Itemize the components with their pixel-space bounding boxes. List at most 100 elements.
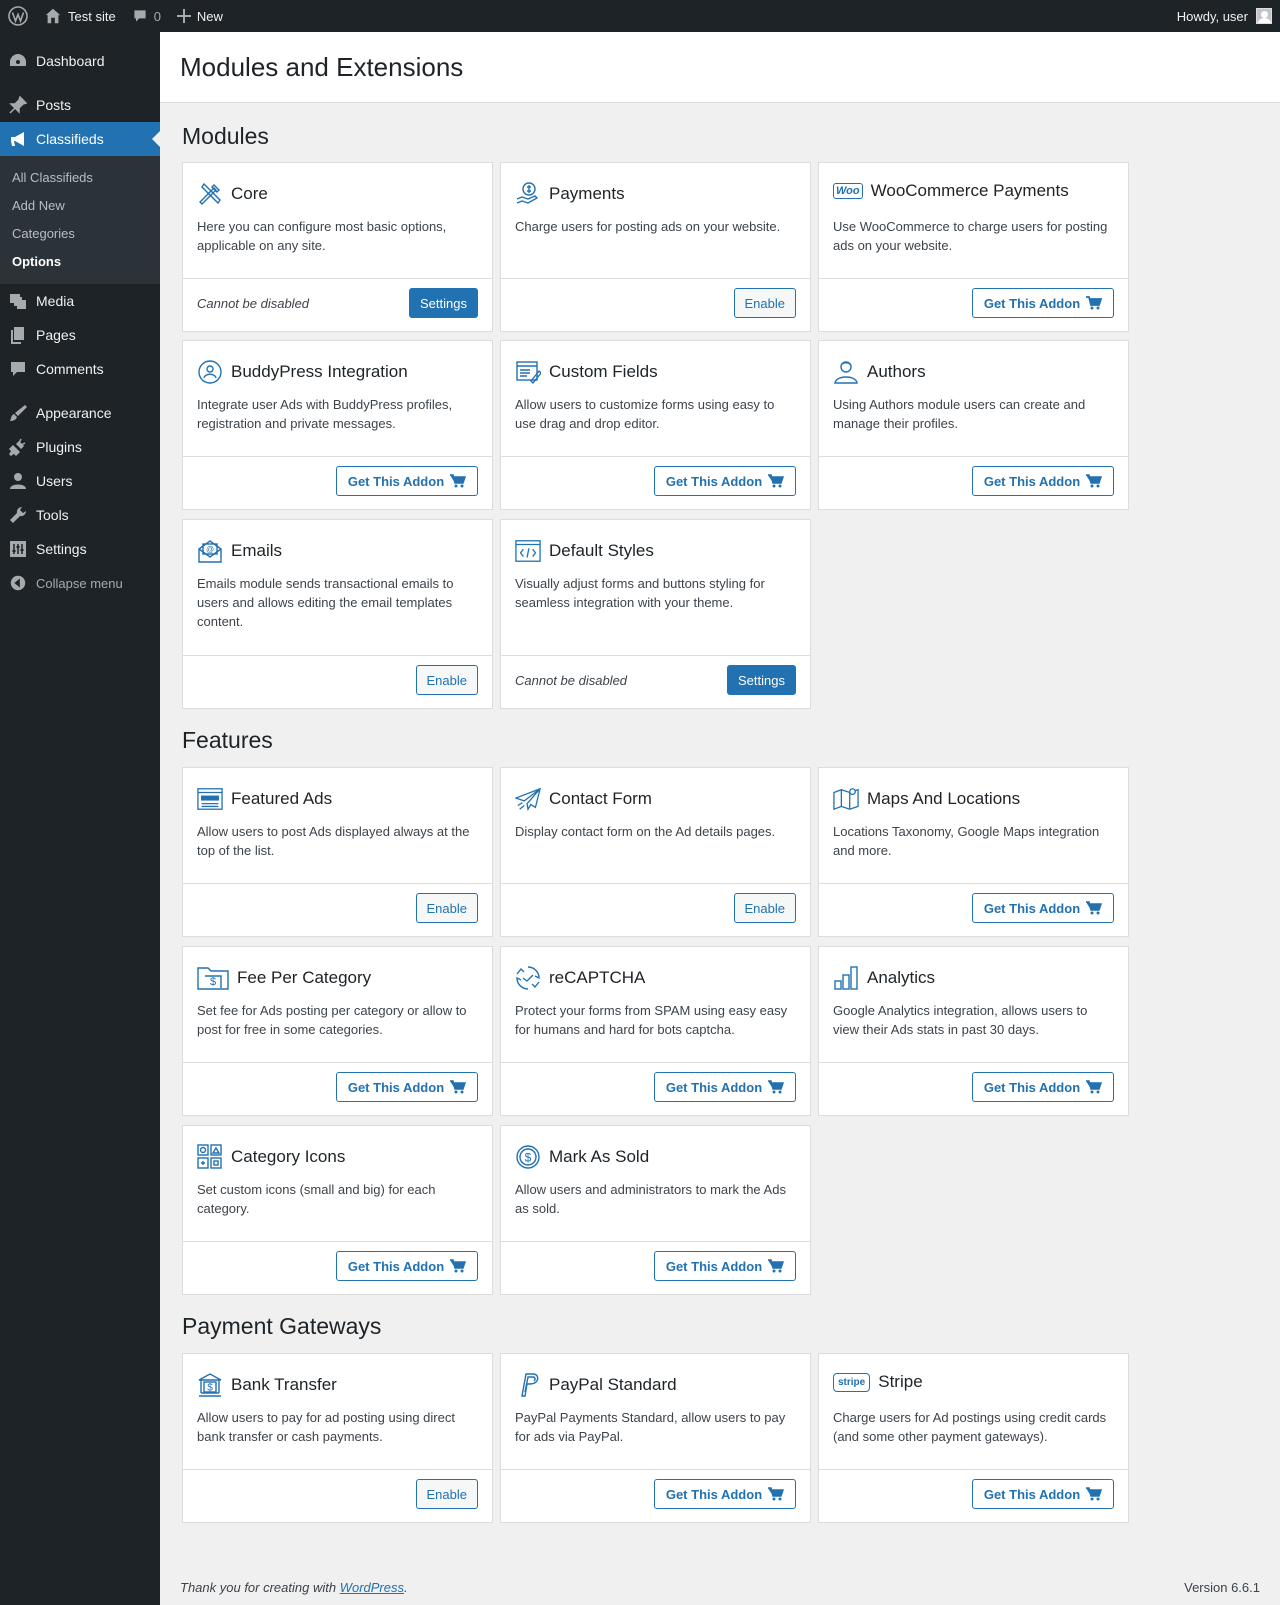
sidebar-item-label: Pages (36, 327, 76, 343)
sidebar-item-label: Settings (36, 541, 87, 557)
sidebar-item-appearance[interactable]: Appearance (0, 396, 160, 430)
sidebar-item-tools[interactable]: Tools (0, 498, 160, 532)
submenu-add-new[interactable]: Add New (0, 191, 160, 219)
avatar (1256, 8, 1272, 24)
feature-description: Set fee for Ads posting per category or … (197, 1003, 467, 1037)
payments-enable-button[interactable]: Enable (733, 288, 796, 318)
sidebar-item-settings[interactable]: Settings (0, 532, 160, 566)
get-addon-button[interactable]: Get This Addon (972, 893, 1114, 923)
submenu-categories[interactable]: Categories (0, 219, 160, 247)
user-icon (8, 471, 28, 491)
section-title-features: Features (182, 727, 273, 753)
site-name-link[interactable]: Test site (36, 0, 124, 32)
pin-icon (8, 95, 28, 115)
get-addon-button[interactable]: Get This Addon (972, 288, 1114, 318)
module-title: BuddyPress Integration (231, 362, 408, 381)
get-addon-button[interactable]: Get This Addon (972, 466, 1114, 496)
sidebar-item-plugins[interactable]: Plugins (0, 430, 160, 464)
account-menu[interactable]: Howdy, user (1169, 0, 1280, 32)
card-title: Contact Form (515, 786, 652, 812)
sidebar-item-comments[interactable]: Comments (0, 352, 160, 386)
gateway-title: PayPal Standard (549, 1375, 677, 1394)
form-fields-icon (515, 359, 541, 385)
module-card-default-styles: Default Styles Visually adjust forms and… (500, 519, 811, 709)
feature-card-recaptcha: reCAPTCHA Protect your forms from SPAM u… (500, 946, 811, 1116)
submenu-options[interactable]: Options (0, 247, 160, 275)
wordpress-logo-button[interactable] (0, 0, 36, 32)
button-label: Get This Addon (983, 473, 1081, 489)
sidebar-item-media[interactable]: Media (0, 284, 160, 318)
sidebar-item-classifieds[interactable]: Classifieds (0, 122, 160, 156)
card-footer: Get This Addon (819, 1469, 1128, 1522)
get-addon-button[interactable]: Get This Addon (336, 1251, 478, 1281)
get-addon-button[interactable]: Get This Addon (654, 1479, 796, 1509)
gateway-title: Bank Transfer (231, 1375, 337, 1394)
card-title: Woo WooCommerce Payments (833, 181, 1069, 201)
card-title: Default Styles (515, 538, 654, 564)
get-addon-button[interactable]: Get This Addon (972, 1479, 1114, 1509)
featured-ads-enable-button[interactable]: Enable (415, 893, 478, 923)
card-footer: Get This Addon (183, 1062, 492, 1115)
new-content-button[interactable]: New (169, 0, 231, 32)
module-description: Integrate user Ads with BuddyPress profi… (197, 397, 453, 431)
module-description: Charge users for posting ads on your web… (515, 219, 781, 234)
bank-transfer-enable-button[interactable]: Enable (415, 1479, 478, 1509)
cannot-disable-note: Cannot be disabled (197, 296, 310, 311)
button-label: Get This Addon (665, 473, 763, 489)
classifieds-submenu: All Classifieds Add New Categories Optio… (0, 156, 160, 284)
core-settings-button[interactable]: Settings (409, 288, 478, 318)
sidebar-item-label: Tools (36, 507, 69, 523)
feature-card-analytics: Analytics Google Analytics integration, … (818, 946, 1129, 1116)
dashboard-icon (8, 51, 28, 71)
button-label: Get This Addon (665, 1258, 763, 1274)
collapse-menu-button[interactable]: Collapse menu (0, 566, 160, 600)
module-card-payments: Payments Charge users for posting ads on… (500, 162, 811, 332)
module-title: Custom Fields (549, 362, 658, 381)
map-icon (833, 786, 859, 812)
get-addon-button[interactable]: Get This Addon (654, 1072, 796, 1102)
get-addon-button[interactable]: Get This Addon (972, 1072, 1114, 1102)
sidebar-item-dashboard[interactable]: Dashboard (0, 44, 160, 78)
megaphone-icon (8, 129, 28, 149)
admin-bar: Test site 0 New Howdy, user (0, 0, 1280, 32)
emails-enable-button[interactable]: Enable (415, 665, 478, 695)
plus-icon (176, 9, 191, 23)
button-label: Get This Addon (983, 1486, 1081, 1502)
card-title: Payments (515, 181, 625, 207)
card-footer: Get This Addon (501, 456, 810, 509)
module-title: Default Styles (549, 541, 654, 560)
button-label: Get This Addon (347, 1258, 445, 1274)
cannot-disable-note: Cannot be disabled (515, 673, 628, 688)
modules-grid: Core Here you can configure most basic o… (182, 162, 1132, 709)
author-icon (833, 359, 859, 385)
contact-form-enable-button[interactable]: Enable (733, 893, 796, 923)
submenu-all-classifieds[interactable]: All Classifieds (0, 163, 160, 191)
feature-title: Fee Per Category (237, 968, 372, 987)
module-card-authors: Authors Using Authors module users can c… (818, 340, 1129, 510)
card-title: BuddyPress Integration (197, 359, 408, 385)
module-title: Payments (549, 184, 625, 203)
cart-icon (450, 474, 467, 488)
gateway-card-stripe: stripe Stripe Charge users for Ad postin… (818, 1353, 1129, 1523)
feature-description: Set custom icons (small and big) for eac… (197, 1182, 436, 1216)
gateway-card-bank-transfer: $ Bank Transfer Allow users to pay for a… (182, 1353, 493, 1523)
feature-title: Analytics (867, 968, 936, 987)
default-styles-settings-button[interactable]: Settings (727, 665, 796, 695)
get-addon-button[interactable]: Get This Addon (654, 466, 796, 496)
cart-icon (450, 1080, 467, 1094)
feature-description: Google Analytics integration, allows use… (833, 1003, 1088, 1037)
comments-link[interactable]: 0 (124, 0, 169, 32)
cart-icon (768, 1487, 785, 1501)
card-footer: Enable (501, 883, 810, 936)
get-addon-button[interactable]: Get This Addon (336, 466, 478, 496)
sidebar-item-posts[interactable]: Posts (0, 88, 160, 122)
get-addon-button[interactable]: Get This Addon (336, 1072, 478, 1102)
wordpress-link[interactable]: WordPress (340, 1580, 404, 1595)
get-addon-button[interactable]: Get This Addon (654, 1251, 796, 1281)
card-footer: Get This Addon (501, 1241, 810, 1294)
module-card-emails: @ Emails Emails module sends transaction… (182, 519, 493, 709)
feature-card-contact-form: Contact Form Display contact form on the… (500, 767, 811, 937)
sidebar-item-users[interactable]: Users (0, 464, 160, 498)
sidebar-item-pages[interactable]: Pages (0, 318, 160, 352)
feature-card-featured-ads: Featured Ads Allow users to post Ads dis… (182, 767, 493, 937)
